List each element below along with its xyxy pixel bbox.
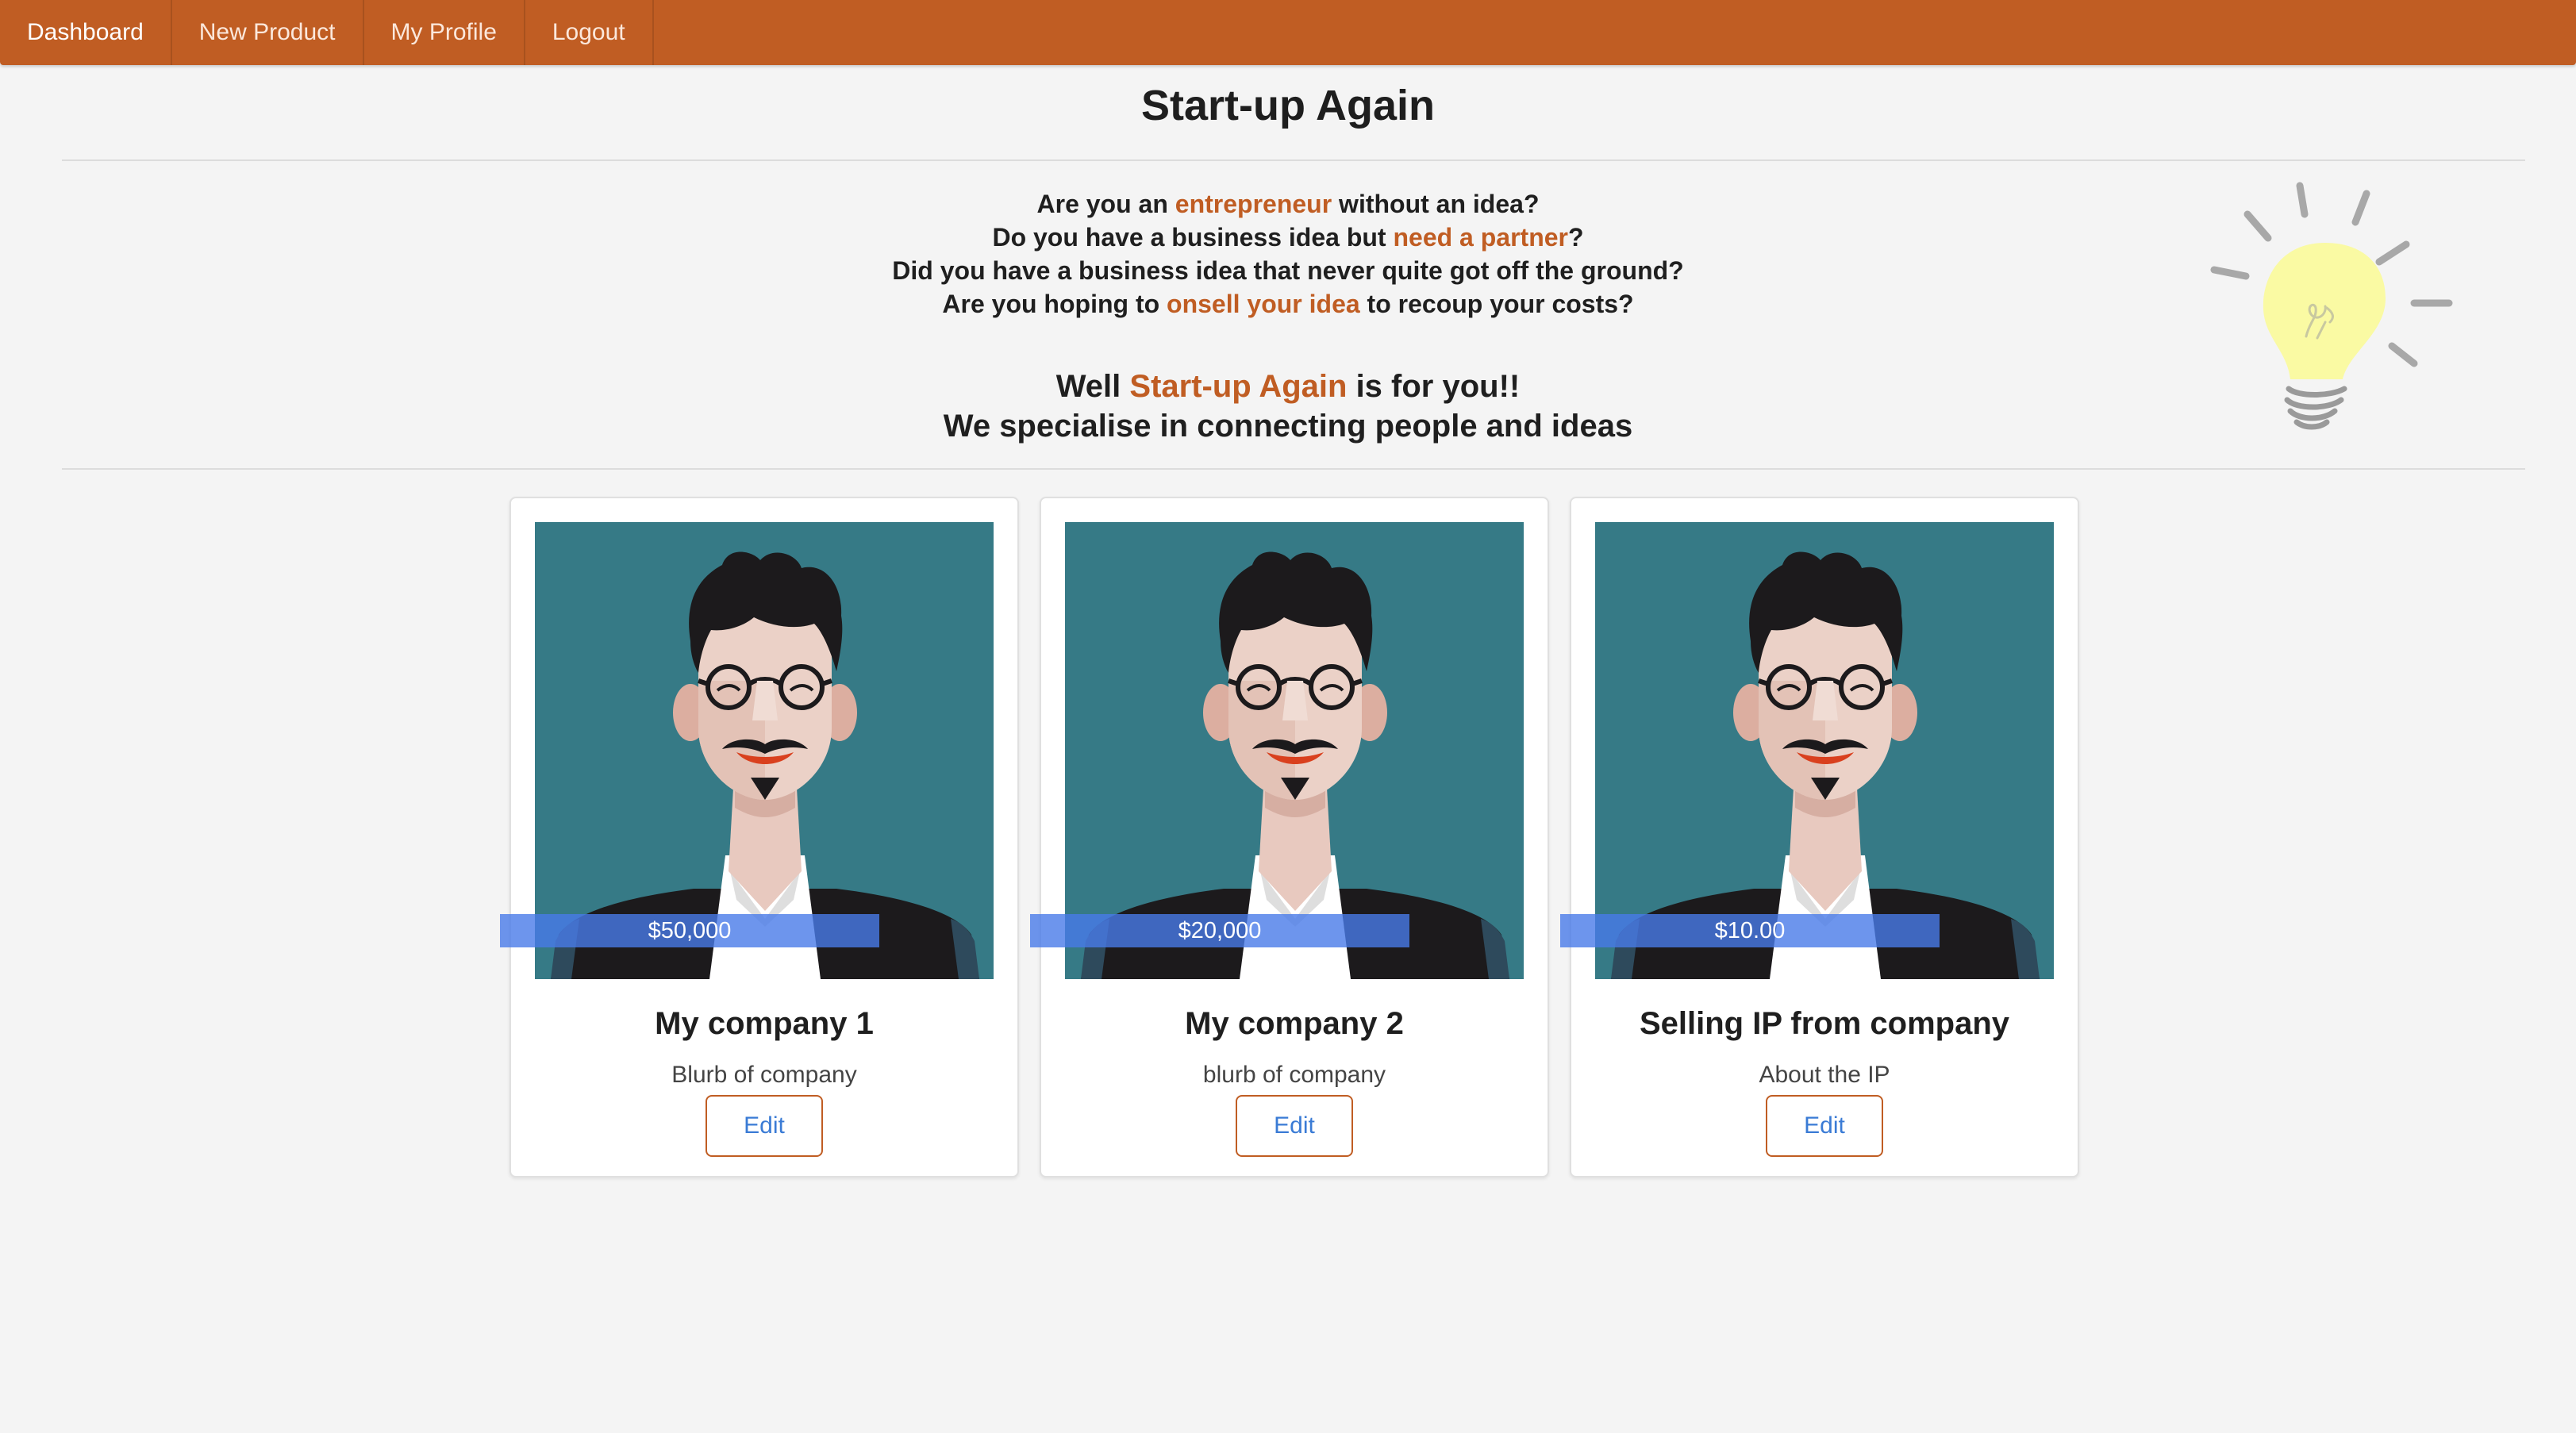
page-title: Start-up Again xyxy=(1141,82,1435,129)
product-blurb: About the IP xyxy=(1759,1062,1890,1088)
product-title: My company 2 xyxy=(1185,1006,1404,1041)
header-divider xyxy=(62,159,2525,161)
product-card-3: $10.00 Selling IP from company About the… xyxy=(1560,497,2079,1178)
question-2: Do you have a business idea but need a p… xyxy=(992,223,1584,252)
highlight-entrepreneur: entrepreneur xyxy=(1175,190,1332,218)
product-card-2: $20,000 My company 2 blurb of company Ed… xyxy=(1030,497,1549,1178)
avatar xyxy=(1595,522,2054,979)
highlight-onsell: onsell your idea xyxy=(1167,290,1360,318)
avatar-illustration xyxy=(1595,522,2054,979)
product-blurb: Blurb of company xyxy=(671,1062,857,1088)
tagline-line-1: Well Start-up Again is for you!! xyxy=(1055,369,1521,404)
product-title: My company 1 xyxy=(655,1006,874,1041)
product-title: Selling IP from company xyxy=(1639,1006,2010,1041)
tagline-line-2: We specialise in connecting people and i… xyxy=(943,409,1633,444)
question-3: Did you have a business idea that never … xyxy=(892,256,1684,285)
avatar-illustration xyxy=(1065,522,1524,979)
highlight-need-partner: need a partner xyxy=(1393,223,1568,252)
content-divider xyxy=(62,468,2525,470)
question-1: Are you an entrepreneur without an idea? xyxy=(1036,190,1540,218)
avatar xyxy=(1065,522,1524,979)
edit-button[interactable]: Edit xyxy=(706,1095,823,1157)
edit-button[interactable]: Edit xyxy=(1236,1095,1353,1157)
avatar xyxy=(535,522,994,979)
product-card-1: $50,000 My company 1 Blurb of company Ed… xyxy=(500,497,1019,1178)
avatar-illustration xyxy=(535,522,994,979)
nav-new-product[interactable]: New Product xyxy=(172,0,364,65)
tagline: Well Start-up Again is for you!! We spec… xyxy=(0,367,2576,446)
product-blurb: blurb of company xyxy=(1202,1062,1386,1088)
highlight-brand: Start-up Again xyxy=(1129,369,1348,404)
nav-dashboard[interactable]: Dashboard xyxy=(0,0,172,65)
nav-logout[interactable]: Logout xyxy=(525,0,654,65)
lightbulb-icon xyxy=(2210,182,2453,430)
question-4: Are you hoping to onsell your idea to re… xyxy=(942,290,1634,318)
price-badge: $20,000 xyxy=(1030,914,1409,947)
edit-button[interactable]: Edit xyxy=(1766,1095,1883,1157)
nav-my-profile[interactable]: My Profile xyxy=(364,0,525,65)
intro-questions: Are you an entrepreneur without an idea?… xyxy=(0,187,2576,321)
price-badge: $50,000 xyxy=(500,914,879,947)
price-badge: $10.00 xyxy=(1560,914,1940,947)
top-navbar: Dashboard New Product My Profile Logout xyxy=(0,0,2576,65)
